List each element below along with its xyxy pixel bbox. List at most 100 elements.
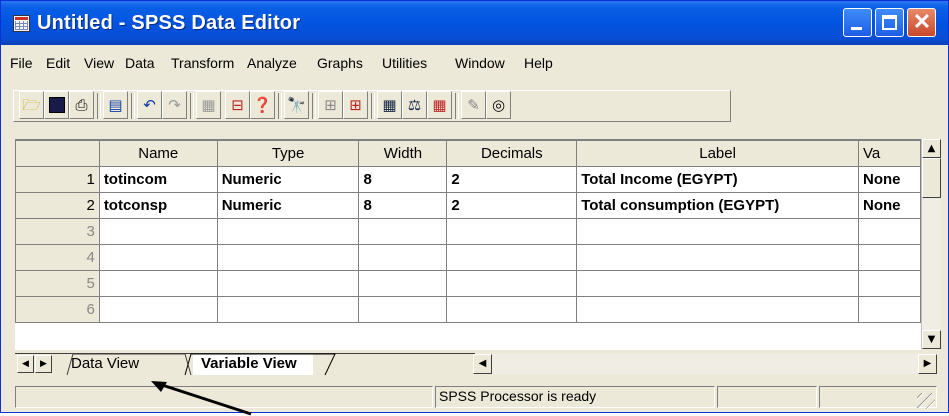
cell-type[interactable]: Numeric [216, 192, 360, 219]
value-labels-icon[interactable]: ✎ [461, 91, 486, 119]
cell-label[interactable] [576, 244, 859, 271]
redo-icon[interactable]: ↷ [162, 91, 187, 119]
vertical-scroll-thumb[interactable] [922, 158, 941, 198]
horizontal-scrollbar[interactable]: ◀ ▶ [473, 354, 937, 374]
cell-label[interactable] [576, 296, 859, 323]
cell-decimals[interactable] [446, 296, 578, 323]
cell-width[interactable]: 8 [358, 166, 448, 193]
menu-data[interactable]: Data [125, 55, 155, 71]
select-cases-icon[interactable]: ▦ [427, 91, 452, 119]
toolbar-separator [455, 93, 459, 119]
weight-cases-icon[interactable]: ⚖ [402, 91, 427, 119]
variables-icon[interactable]: ❓ [250, 91, 275, 119]
variable-grid[interactable]: Name Type Width Decimals Label Va 1 totin… [15, 139, 921, 350]
split-file-icon[interactable]: ▦ [377, 91, 402, 119]
table-row: 2 totconsp Numeric 8 2 Total consumption (EGY… [15, 192, 921, 219]
scroll-down-icon[interactable]: ▼ [922, 330, 941, 349]
cell-label[interactable]: Total consumption (EGYPT) [576, 192, 859, 219]
menu-help[interactable]: Help [524, 55, 553, 71]
cell-decimals[interactable] [446, 244, 578, 271]
cell-name[interactable]: totincom [98, 166, 218, 193]
cell-decimals[interactable]: 2 [446, 166, 578, 193]
menu-view[interactable]: View [84, 55, 114, 71]
open-folder-icon[interactable]: 🗁 [19, 91, 44, 119]
column-header-label[interactable]: Label [576, 140, 859, 167]
resize-grip-icon[interactable] [917, 393, 935, 409]
toolbar-separator [97, 93, 101, 119]
corner-cell[interactable] [15, 140, 100, 167]
menu-analyze[interactable]: Analyze [247, 55, 297, 71]
table-row: 4 [15, 244, 921, 271]
minimize-button[interactable] [843, 8, 872, 37]
column-header-type[interactable]: Type [216, 140, 360, 167]
cell-decimals[interactable] [446, 218, 578, 245]
maximize-button[interactable] [875, 8, 904, 37]
row-number[interactable]: 1 [15, 166, 100, 193]
insert-case-icon[interactable]: ⊞ [318, 91, 343, 119]
table-row: 3 [15, 218, 921, 245]
cell-values[interactable] [858, 296, 921, 323]
column-header-name[interactable]: Name [98, 140, 218, 167]
vertical-scrollbar[interactable]: ▲ ▼ [921, 139, 941, 349]
insert-variable-icon[interactable]: ⊞ [343, 91, 368, 119]
cell-values[interactable]: None [858, 192, 921, 219]
use-sets-icon[interactable]: ◎ [486, 91, 511, 119]
cell-name[interactable] [98, 244, 218, 271]
save-disk-icon[interactable] [44, 91, 69, 119]
cell-values[interactable] [858, 270, 921, 297]
status-text: SPSS Processor is ready [439, 388, 597, 404]
column-header-width[interactable]: Width [358, 140, 448, 167]
menu-transform[interactable]: Transform [171, 55, 234, 71]
cell-type[interactable] [216, 270, 360, 297]
cell-type[interactable] [216, 244, 360, 271]
title-bar[interactable]: Untitled - SPSS Data Editor ✕ [1, 1, 948, 45]
cell-name[interactable] [98, 218, 218, 245]
cell-decimals[interactable] [446, 270, 578, 297]
cell-values[interactable]: None [858, 166, 921, 193]
goto-chart-icon[interactable]: ▦ [196, 91, 221, 119]
cell-name[interactable] [98, 270, 218, 297]
dialog-recall-icon[interactable]: ▤ [103, 91, 128, 119]
scroll-up-icon[interactable]: ▲ [922, 139, 941, 158]
menu-edit[interactable]: Edit [46, 55, 70, 71]
print-icon[interactable]: ⎙ [69, 91, 94, 119]
row-number[interactable]: 4 [15, 244, 100, 271]
cell-width[interactable] [358, 244, 448, 271]
cell-type[interactable]: Numeric [216, 166, 360, 193]
cell-label[interactable] [576, 270, 859, 297]
cell-name[interactable]: totconsp [98, 192, 218, 219]
row-number[interactable]: 2 [15, 192, 100, 219]
cell-values[interactable] [858, 218, 921, 245]
cell-width[interactable]: 8 [358, 192, 448, 219]
cell-decimals[interactable]: 2 [446, 192, 578, 219]
row-number[interactable]: 3 [15, 218, 100, 245]
scroll-right-icon[interactable]: ▶ [918, 354, 937, 374]
cell-width[interactable] [358, 218, 448, 245]
scroll-left-icon[interactable]: ◀ [473, 354, 492, 374]
cell-label[interactable]: Total Income (EGYPT) [576, 166, 859, 193]
row-number[interactable]: 6 [15, 296, 100, 323]
column-header-decimals[interactable]: Decimals [446, 140, 578, 167]
menu-file[interactable]: File [10, 55, 33, 71]
menu-bar: File Edit View Data Transform Analyze Gr… [1, 51, 948, 75]
menu-window[interactable]: Window [455, 55, 505, 71]
menu-utilities[interactable]: Utilities [382, 55, 427, 71]
close-button[interactable]: ✕ [907, 8, 936, 37]
header-row: Name Type Width Decimals Label Va [15, 140, 921, 167]
cell-type[interactable] [216, 218, 360, 245]
find-icon[interactable]: 🔭 [284, 91, 309, 119]
toolbar-separator [371, 93, 375, 119]
cell-type[interactable] [216, 296, 360, 323]
cell-values[interactable] [858, 244, 921, 271]
cell-label[interactable] [576, 218, 859, 245]
table-row: 5 [15, 270, 921, 297]
cell-width[interactable] [358, 270, 448, 297]
column-header-values[interactable]: Va [858, 140, 921, 167]
cell-width[interactable] [358, 296, 448, 323]
table-row: 1 totincom Numeric 8 2 Total Income (EGYPT) No… [15, 166, 921, 193]
undo-icon[interactable]: ↶ [137, 91, 162, 119]
goto-case-icon[interactable]: ⊟ [225, 91, 250, 119]
menu-graphs[interactable]: Graphs [317, 55, 363, 71]
row-number[interactable]: 5 [15, 270, 100, 297]
cell-name[interactable] [98, 296, 218, 323]
